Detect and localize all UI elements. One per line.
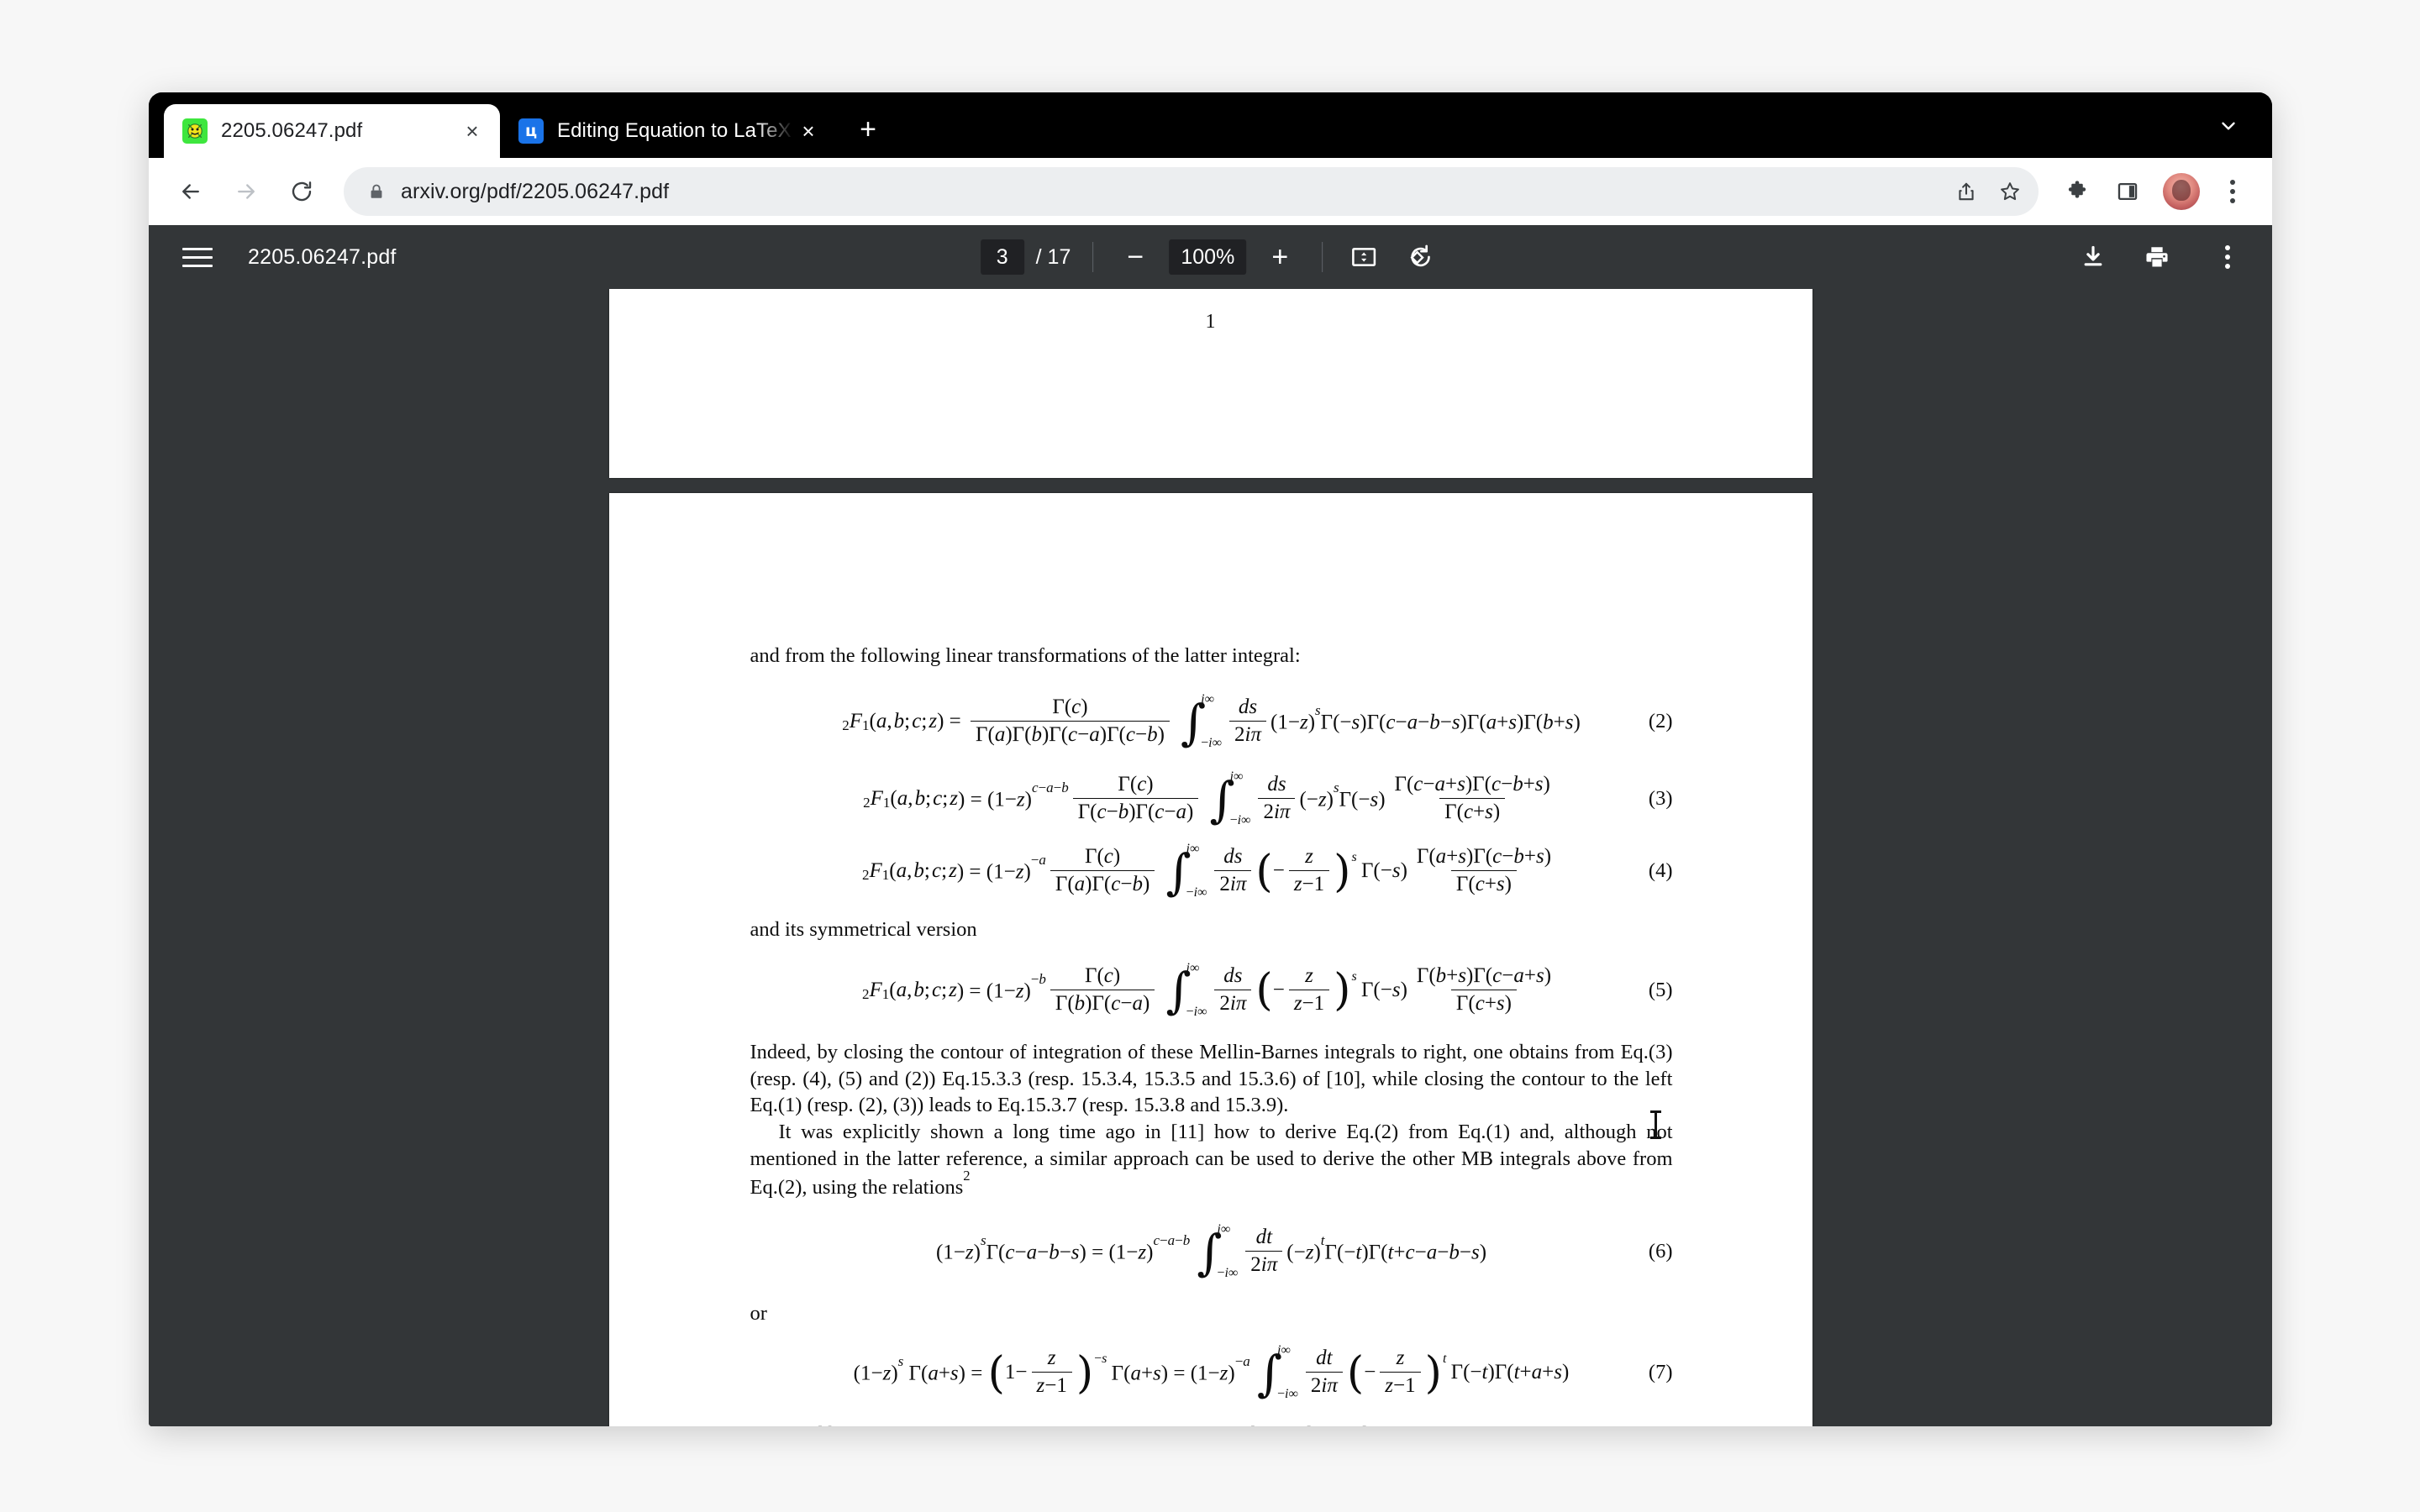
- equation-6-math: (1−z)sΓ(c−a−b−s) = (1−z)c−a−b ∫ i∞ −i∞ dt 2…: [935, 1221, 1487, 1281]
- tab-title-0: 2205.06247.pdf: [221, 119, 363, 142]
- equation-6-number: (6): [1648, 1239, 1673, 1263]
- or-line: or: [750, 1301, 767, 1325]
- zoom-out-button[interactable]: −: [1115, 237, 1155, 277]
- new-tab-button[interactable]: +: [844, 106, 892, 153]
- tab-0[interactable]: 2205.06247.pdf ×: [164, 104, 500, 158]
- print-icon[interactable]: [2138, 238, 2176, 276]
- equation-3: 2 F 1(a, b; c; z) = (1−z)c−a−b Γ(c) Γ(c−b)Γ…: [750, 769, 1673, 828]
- paragraph-1: Indeed, by closing the contour of integr…: [750, 1040, 1673, 1117]
- hamburger-icon[interactable]: [182, 238, 221, 276]
- page-footer-number: 1: [1205, 311, 1216, 333]
- equation-7-math: (1−z)s Γ(a+s) = ( 1− z z−1 ) −s Γ(a+s) = (…: [853, 1342, 1570, 1402]
- forward-arrow-icon[interactable]: [223, 168, 270, 215]
- equation-6: (1−z)sΓ(c−a−b−s) = (1−z)c−a−b ∫ i∞ −i∞ dt 2…: [750, 1221, 1673, 1281]
- document-body: and from the following linear transforma…: [750, 643, 1673, 1426]
- pdf-filename: 2205.06247.pdf: [248, 244, 397, 269]
- bookmark-star-icon[interactable]: [1988, 170, 2032, 213]
- equation-4-math: 2 F 1(a, b; c; z) = (1−z)−a Γ(c) Γ(a)Γ(c−b)…: [861, 841, 1552, 900]
- download-icon[interactable]: [2074, 238, 2112, 276]
- browser-menu-icon[interactable]: [2212, 168, 2254, 215]
- back-arrow-icon[interactable]: [167, 168, 214, 215]
- more-options-icon[interactable]: [2207, 234, 2249, 281]
- zoom-in-button[interactable]: +: [1260, 237, 1300, 277]
- pdf-viewer: 2205.06247.pdf 3 / 17 − 100% + 1 and fro…: [149, 225, 2272, 1426]
- profile-avatar[interactable]: [2163, 173, 2200, 210]
- equation-3-math: 2 F 1(a, b; c; z) = (1−z)c−a−b Γ(c) Γ(c−b)Γ…: [863, 769, 1550, 828]
- page-number-input[interactable]: 3: [980, 239, 1024, 275]
- equation-2: 2 F 1(a, b; c; z) = Γ(c) Γ(a)Γ(b)Γ(c−a)Γ(c−…: [750, 691, 1673, 751]
- tab-close-button-1[interactable]: ×: [794, 117, 823, 145]
- paragraph-3: followed by an application of the first …: [750, 1421, 1673, 1426]
- tab-title-1: Editing Equation to LaTeX - Snip: [557, 119, 794, 142]
- chevron-down-icon[interactable]: [2207, 104, 2250, 148]
- equation-5-number: (5): [1648, 978, 1673, 1001]
- paragraph-2-footnote-marker: 2: [963, 1167, 971, 1184]
- tab-close-button-0[interactable]: ×: [458, 117, 487, 145]
- toolbar-divider-2: [1322, 242, 1323, 272]
- omnibox[interactable]: arxiv.org/pdf/2205.06247.pdf: [344, 167, 2039, 216]
- pdf-page-current: and from the following linear transforma…: [608, 493, 1812, 1426]
- pdf-toolbar: 2205.06247.pdf 3 / 17 − 100% +: [149, 225, 2272, 289]
- pdf-toolbar-center: 3 / 17 − 100% +: [980, 225, 1441, 289]
- fit-to-page-icon[interactable]: [1344, 238, 1383, 276]
- snip-favicon-icon: ц: [518, 118, 544, 144]
- browser-toolbar: arxiv.org/pdf/2205.06247.pdf: [149, 158, 2272, 225]
- equation-5-math: 2 F 1(a, b; c; z) = (1−z)−b Γ(c) Γ(b)Γ(c−a)…: [861, 960, 1552, 1020]
- side-panel-icon[interactable]: [2104, 168, 2151, 215]
- equation-2-number: (2): [1648, 709, 1673, 732]
- tab-1[interactable]: ц Editing Equation to LaTeX - Snip ×: [500, 104, 836, 158]
- paragraph-2-text: It was explicitly shown a long time ago …: [750, 1121, 1673, 1200]
- reload-icon[interactable]: [278, 168, 325, 215]
- pdf-toolbar-right: [2074, 234, 2249, 281]
- zoom-level-field[interactable]: 100%: [1169, 239, 1247, 275]
- pdf-page-canvas[interactable]: 1 and from the following linear transfor…: [149, 289, 2272, 1426]
- equation-3-number: (3): [1648, 786, 1673, 810]
- equation-7-number: (7): [1648, 1360, 1673, 1383]
- arxiv-favicon-icon: [182, 118, 208, 144]
- intro-line: and from the following linear transforma…: [750, 644, 1301, 667]
- browser-window: 2205.06247.pdf × ц Editing Equation to L…: [149, 92, 2272, 1426]
- page-total-label: / 17: [1035, 244, 1071, 269]
- toolbar-divider-1: [1092, 242, 1094, 272]
- mid-line: and its symmetrical version: [750, 917, 977, 941]
- pdf-page-previous: 1: [608, 289, 1812, 478]
- share-icon[interactable]: [1944, 170, 1988, 213]
- equation-4-number: (4): [1648, 858, 1673, 882]
- equation-2-math: 2 F 1(a, b; c; z) = Γ(c) Γ(a)Γ(b)Γ(c−a)Γ(c−…: [842, 691, 1581, 751]
- paragraph-2: It was explicitly shown a long time ago …: [750, 1119, 1673, 1201]
- equation-5: 2 F 1(a, b; c; z) = (1−z)−b Γ(c) Γ(b)Γ(c−a)…: [750, 960, 1673, 1020]
- url-text: arxiv.org/pdf/2205.06247.pdf: [401, 179, 670, 203]
- rotate-icon[interactable]: [1402, 238, 1440, 276]
- extensions-puzzle-icon[interactable]: [2054, 168, 2101, 215]
- equation-7: (1−z)s Γ(a+s) = ( 1− z z−1 ) −s Γ(a+s) = (…: [750, 1342, 1673, 1402]
- text-cursor: [1650, 1110, 1661, 1139]
- tab-strip: 2205.06247.pdf × ц Editing Equation to L…: [149, 92, 2272, 158]
- screen: 2205.06247.pdf × ц Editing Equation to L…: [0, 0, 2420, 1512]
- equation-4: 2 F 1(a, b; c; z) = (1−z)−a Γ(c) Γ(a)Γ(c−b)…: [750, 841, 1673, 900]
- lock-icon: [366, 181, 387, 202]
